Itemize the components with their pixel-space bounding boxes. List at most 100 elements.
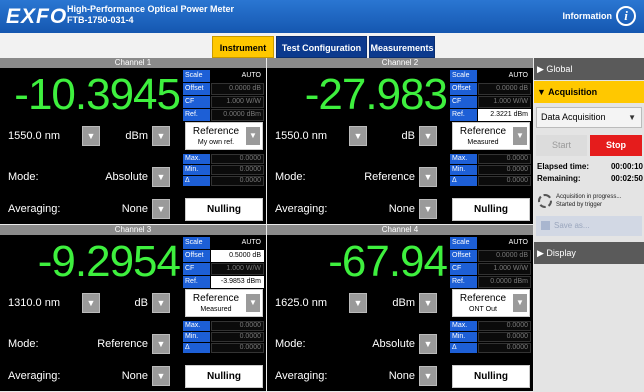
model-number: FTB-1750-031-4	[67, 15, 134, 25]
max-value: 0.0000	[478, 154, 531, 164]
mode-dropdown-button[interactable]: ▼	[152, 334, 170, 354]
offset-value[interactable]: 0.5000 dB	[211, 250, 264, 262]
ref-value[interactable]: -3.9853 dBm	[211, 276, 264, 288]
ref-value[interactable]: 0.0000 dBm	[211, 109, 264, 121]
cf-label: CF	[450, 263, 477, 275]
mode-dropdown-button[interactable]: ▼	[419, 167, 437, 187]
cf-value[interactable]: 1.000 W/W	[211, 263, 264, 275]
mode-dropdown-button[interactable]: ▼	[152, 167, 170, 187]
cf-value[interactable]: 1.000 W/W	[478, 96, 531, 108]
tab-measurements[interactable]: Measurements	[369, 36, 435, 58]
channel-settings: Scale AUTO Offset 0.0000 dB CF 1.000 W/W Re…	[183, 70, 264, 122]
offset-value[interactable]: 0.0000 dB	[478, 250, 531, 262]
reference-button-sub: Measured	[200, 306, 232, 313]
side-panel: ▶ Global ▼ Acquisition Data Acquisition …	[534, 58, 644, 392]
reference-button[interactable]: Reference Measured ▼	[185, 289, 263, 317]
delta-value: 0.0000	[211, 343, 264, 353]
averaging-label: Averaging:	[275, 370, 328, 382]
wavelength-dropdown-button[interactable]: ▼	[82, 293, 100, 313]
unit-dropdown-button[interactable]: ▼	[419, 126, 437, 146]
app-title: High-Performance Optical Power Meter	[67, 4, 235, 14]
display-section-header[interactable]: ▶ Display	[534, 242, 644, 264]
power-reading: -27.983	[304, 70, 448, 119]
ref-value[interactable]: 2.3221 dBm	[478, 109, 531, 121]
exfo-logo: EXFO	[6, 5, 68, 28]
averaging-value: None	[121, 203, 148, 215]
wavelength-dropdown-button[interactable]: ▼	[82, 126, 100, 146]
tab-instrument[interactable]: Instrument	[212, 36, 274, 58]
averaging-dropdown-button[interactable]: ▼	[419, 366, 437, 386]
offset-value[interactable]: 0.0000 dB	[478, 83, 531, 95]
delta-label: Δ	[183, 343, 210, 353]
reference-button[interactable]: Reference My own ref. ▼	[185, 122, 263, 150]
unit-dropdown-button[interactable]: ▼	[419, 293, 437, 313]
unit-value: dBm	[125, 130, 148, 142]
channel-stats: Max. 0.0000 Min. 0.0000 Δ 0.0000	[183, 321, 264, 354]
nulling-button[interactable]: Nulling	[452, 365, 530, 388]
power-reading: -9.2954	[37, 237, 181, 286]
unit-value: dB	[401, 130, 415, 142]
mode-value: Absolute	[372, 338, 415, 350]
scale-value[interactable]: AUTO	[478, 70, 531, 82]
nulling-button[interactable]: Nulling	[185, 198, 263, 221]
scale-label: Scale	[450, 237, 477, 249]
scale-value[interactable]: AUTO	[211, 237, 264, 249]
chevron-down-icon: ▼	[513, 294, 527, 312]
averaging-dropdown-button[interactable]: ▼	[419, 199, 437, 219]
stop-button[interactable]: Stop	[590, 135, 642, 156]
information-link[interactable]: Information	[563, 11, 613, 21]
nulling-button[interactable]: Nulling	[185, 365, 263, 388]
mode-dropdown-button[interactable]: ▼	[419, 334, 437, 354]
cf-value[interactable]: 1.000 W/W	[211, 96, 264, 108]
offset-label: Offset	[450, 83, 477, 95]
channel-settings: Scale AUTO Offset 0.0000 dB CF 1.000 W/W Re…	[450, 237, 531, 289]
start-button[interactable]: Start	[536, 135, 587, 156]
tab-bar: Instrument Test Configuration Measuremen…	[0, 33, 644, 58]
averaging-dropdown-button[interactable]: ▼	[152, 366, 170, 386]
remaining-time-label: Remaining:	[537, 174, 581, 183]
averaging-label: Averaging:	[8, 370, 61, 382]
acquisition-status: Acquisition in progress...	[556, 194, 622, 200]
global-section-header[interactable]: ▶ Global	[534, 58, 644, 80]
reference-button-label: Reference	[192, 126, 240, 137]
elapsed-time-label: Elapsed time:	[537, 162, 590, 171]
averaging-value: None	[121, 370, 148, 382]
offset-label: Offset	[183, 83, 210, 95]
save-as-button[interactable]: Save as...	[536, 216, 642, 236]
channel-title: Channel 1	[0, 58, 266, 68]
reference-button[interactable]: Reference ONT Out ▼	[452, 289, 530, 317]
averaging-label: Averaging:	[8, 203, 61, 215]
unit-dropdown-button[interactable]: ▼	[152, 126, 170, 146]
unit-dropdown-button[interactable]: ▼	[152, 293, 170, 313]
averaging-dropdown-button[interactable]: ▼	[152, 199, 170, 219]
wavelength-dropdown-button[interactable]: ▼	[349, 126, 367, 146]
cf-value[interactable]: 1.000 W/W	[478, 263, 531, 275]
channel-panel-2: Channel 2 -27.983 Scale AUTO Offset 0.0000…	[267, 58, 533, 224]
info-circle-icon[interactable]: i	[616, 6, 636, 26]
max-value: 0.0000	[211, 154, 264, 164]
reference-button-sub: My own ref.	[197, 139, 235, 146]
spinner-icon	[538, 194, 552, 208]
acquisition-section-header[interactable]: ▼ Acquisition	[534, 81, 644, 103]
reference-button-label: Reference	[459, 126, 507, 137]
wavelength-value: 1550.0 nm	[275, 130, 327, 142]
scale-value[interactable]: AUTO	[211, 70, 264, 82]
reference-button[interactable]: Reference Measured ▼	[452, 122, 530, 150]
max-label: Max.	[450, 321, 477, 331]
scale-value[interactable]: AUTO	[478, 237, 531, 249]
averaging-label: Averaging:	[275, 203, 328, 215]
data-acquisition-dropdown[interactable]: Data Acquisition ▼	[536, 107, 642, 128]
channel-stats: Max. 0.0000 Min. 0.0000 Δ 0.0000	[450, 321, 531, 354]
min-label: Min.	[183, 165, 210, 175]
ref-label: Ref.	[183, 276, 210, 288]
ref-value[interactable]: 0.0000 dBm	[478, 276, 531, 288]
nulling-button[interactable]: Nulling	[452, 198, 530, 221]
wavelength-dropdown-button[interactable]: ▼	[349, 293, 367, 313]
wavelength-value: 1625.0 nm	[275, 297, 327, 309]
channel-stats: Max. 0.0000 Min. 0.0000 Δ 0.0000	[183, 154, 264, 187]
save-as-label: Save as...	[554, 221, 590, 230]
app-title-block: High-Performance Optical Power Meter FTB…	[67, 4, 234, 26]
max-label: Max.	[183, 154, 210, 164]
tab-test-configuration[interactable]: Test Configuration	[276, 36, 367, 58]
offset-value[interactable]: 0.0000 dB	[211, 83, 264, 95]
